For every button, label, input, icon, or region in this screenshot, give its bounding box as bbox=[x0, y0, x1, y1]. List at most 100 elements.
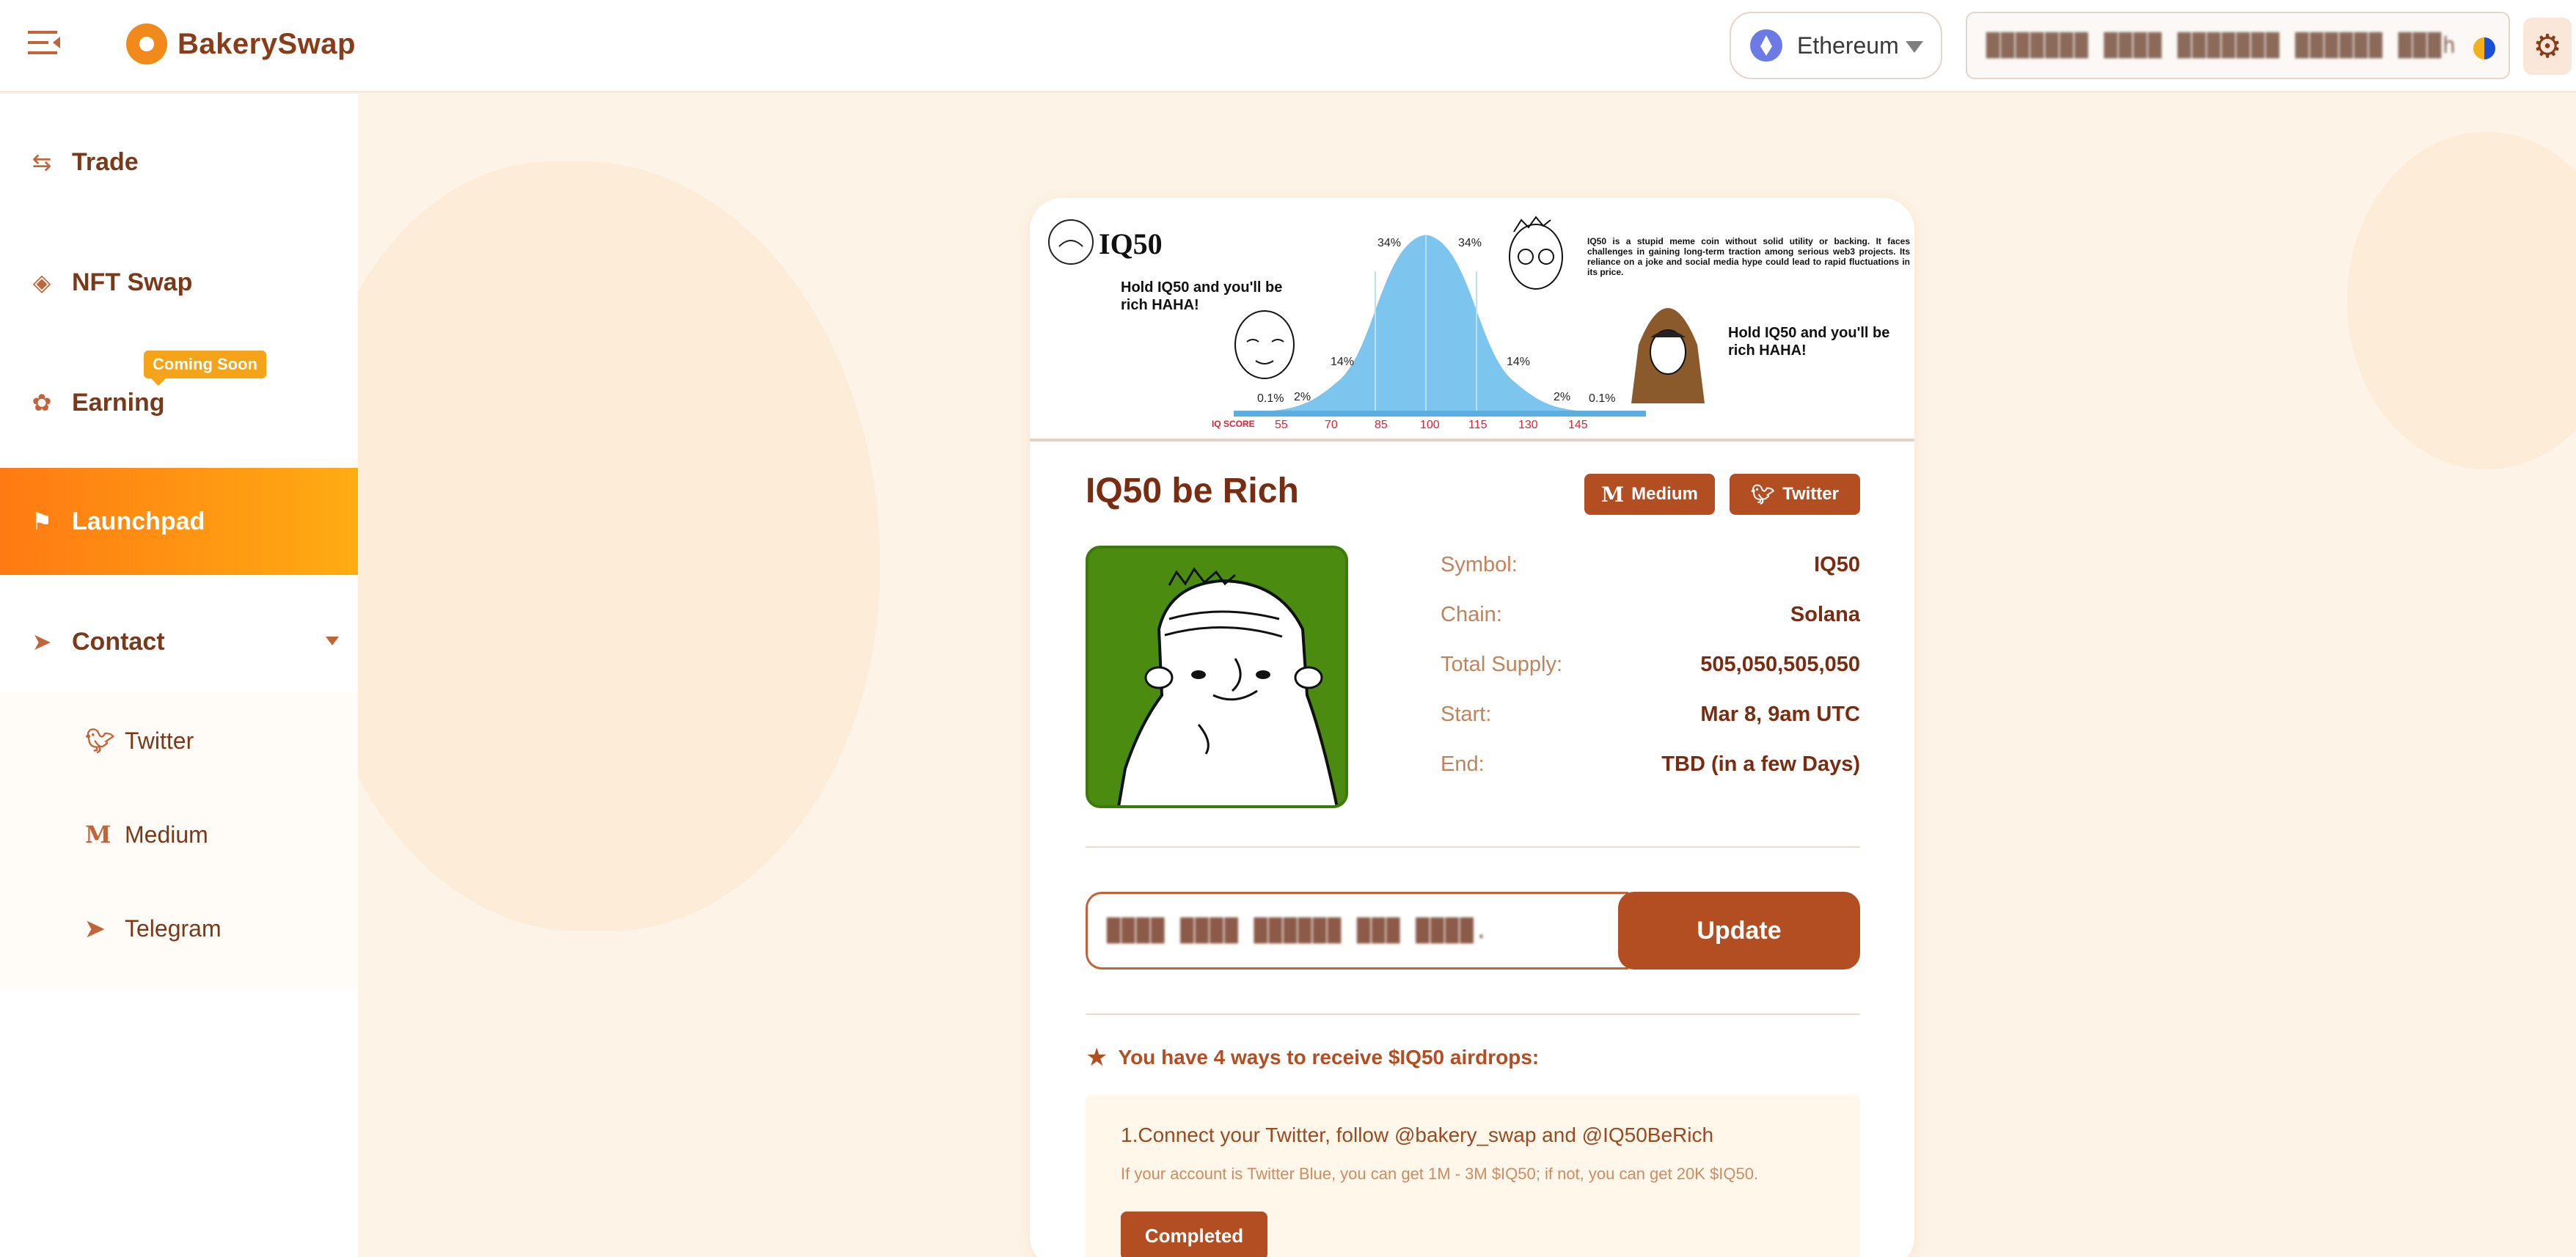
contact-link-medium[interactable]: M Medium bbox=[0, 788, 358, 882]
flag-icon: ⚑ bbox=[31, 508, 53, 535]
info-key: Start: bbox=[1441, 702, 1492, 726]
banner-right-caption: Hold IQ50 and you'll be rich HAHA! bbox=[1728, 325, 1890, 359]
contact-submenu: 🐦︎ Twitter M Medium ➤ Telegram bbox=[0, 692, 358, 989]
info-row-start: Start: Mar 8, 9am UTC bbox=[1441, 700, 1860, 729]
banner-left-caption: Hold IQ50 and you'll be rich HAHA! bbox=[1121, 279, 1283, 313]
banner-percent: 14% bbox=[1507, 356, 1530, 368]
nft-icon: ◈ bbox=[32, 269, 51, 296]
airdrop-task: 1.Connect your Twitter, follow @bakery_s… bbox=[1086, 1094, 1860, 1257]
airdrop-heading: ★ You have 4 ways to receive $IQ50 airdr… bbox=[1086, 1043, 1539, 1072]
airdrop-heading-text: You have 4 ways to receive $IQ50 airdrop… bbox=[1118, 1046, 1540, 1069]
medium-icon: M bbox=[1601, 482, 1625, 507]
address-input[interactable]: ████ ████ ██████ ███ ████. bbox=[1086, 892, 1628, 970]
earning-icon: ✿ bbox=[32, 389, 52, 416]
info-value: IQ50 bbox=[1814, 552, 1860, 576]
sidebar-item-label: Earning bbox=[72, 388, 165, 417]
address-input-value: ████ ████ ██████ ███ ████. bbox=[1107, 917, 1490, 944]
menu-toggle-button[interactable] bbox=[28, 28, 62, 57]
twitter-icon: 🐦︎ bbox=[85, 727, 115, 755]
task-title: 1.Connect your Twitter, follow @bakery_s… bbox=[1121, 1124, 1714, 1146]
banner-tick: 115 bbox=[1468, 419, 1488, 431]
banner-tick: 55 bbox=[1275, 419, 1288, 431]
brand-logo[interactable]: BakerySwap bbox=[126, 21, 356, 67]
divider bbox=[1086, 1014, 1860, 1015]
wallet-button[interactable]: ███████ ████ ███████ ██████ ███h bbox=[1966, 12, 2510, 79]
banner-percent: 34% bbox=[1458, 237, 1482, 249]
project-banner: IQ50 0.1% 2% 14% 34% 34% 14% 2% 0.1% IQ … bbox=[1030, 198, 1914, 441]
twitter-button[interactable]: 🐦︎ Twitter bbox=[1730, 474, 1860, 515]
banner-percent: 0.1% bbox=[1589, 392, 1615, 405]
meme-face-image bbox=[1117, 567, 1339, 805]
swap-icon: ⇆ bbox=[32, 149, 52, 175]
chain-label: Ethereum bbox=[1797, 32, 1899, 59]
contact-link-label: Medium bbox=[125, 821, 208, 848]
twitter-button-label: Twitter bbox=[1782, 484, 1839, 504]
info-row-chain: Chain: Solana bbox=[1441, 600, 1860, 629]
top-header: BakerySwap Ethereum ███████ ████ ███████… bbox=[0, 0, 2576, 92]
coming-soon-badge: Coming Soon bbox=[144, 351, 266, 386]
sidebar-item-launchpad[interactable]: ⚑ Launchpad bbox=[0, 468, 358, 575]
menu-icon bbox=[28, 31, 60, 54]
banner-tick: 70 bbox=[1325, 419, 1338, 431]
banner-percent: 34% bbox=[1377, 237, 1401, 249]
donut-logo-icon bbox=[126, 23, 167, 65]
banner-tick: 145 bbox=[1568, 419, 1588, 431]
banner-percent: 0.1% bbox=[1257, 392, 1284, 405]
settings-button[interactable]: ⚙ bbox=[2523, 18, 2572, 75]
project-title: IQ50 be Rich bbox=[1086, 472, 1299, 510]
twitter-icon: 🐦︎ bbox=[1751, 483, 1776, 505]
sidebar-item-label: Trade bbox=[72, 147, 139, 176]
sidebar-item-label: NFT Swap bbox=[72, 268, 193, 296]
banner-percent: 14% bbox=[1331, 356, 1354, 368]
banner-disclaimer-box: IQ50 is a stupid meme coin without solid… bbox=[1587, 236, 1910, 277]
task-note: If your account is Twitter Blue, you can… bbox=[1121, 1165, 1759, 1183]
telegram-icon: ➤ bbox=[85, 915, 105, 942]
contact-link-twitter[interactable]: 🐦︎ Twitter bbox=[0, 694, 358, 788]
chain-selector[interactable]: Ethereum bbox=[1730, 12, 1942, 79]
send-icon: ➤ bbox=[32, 628, 52, 655]
wallet-address: ███████ ████ ███████ ██████ ███h bbox=[1986, 32, 2457, 59]
sidebar-item-label: Launchpad bbox=[72, 507, 205, 535]
banner-brand: IQ50 bbox=[1099, 227, 1163, 260]
contact-link-label: Telegram bbox=[125, 915, 222, 942]
info-value: Mar 8, 9am UTC bbox=[1700, 702, 1860, 726]
background-decoration bbox=[308, 161, 880, 931]
banner-right-caption-box: Hold IQ50 and you'll be rich HAHA! bbox=[1728, 325, 1890, 359]
sidebar-item-nft-swap[interactable]: ◈ NFT Swap bbox=[0, 229, 358, 336]
sidebar-item-contact[interactable]: ➤ Contact bbox=[0, 588, 358, 695]
banner-percent: 2% bbox=[1294, 391, 1311, 403]
info-value: Solana bbox=[1790, 602, 1860, 626]
brand-name: BakerySwap bbox=[178, 27, 356, 60]
banner-tick: 130 bbox=[1518, 419, 1538, 431]
info-row-symbol: Symbol: IQ50 bbox=[1441, 550, 1860, 579]
star-icon: ★ bbox=[1086, 1044, 1108, 1071]
contact-link-label: Twitter bbox=[125, 727, 194, 754]
medium-button-label: Medium bbox=[1631, 484, 1698, 504]
sidebar-item-trade[interactable]: ⇆ Trade bbox=[0, 109, 358, 216]
task-completed-button[interactable]: Completed bbox=[1121, 1212, 1267, 1257]
info-key: Symbol: bbox=[1441, 552, 1518, 576]
sidebar: ⇆ Trade ◈ NFT Swap ✿ Earning ⚑ Launchpad… bbox=[0, 94, 358, 1257]
divider bbox=[1086, 846, 1860, 848]
ethereum-icon bbox=[1750, 29, 1782, 62]
gear-icon: ⚙ bbox=[2533, 28, 2562, 65]
update-button[interactable]: Update bbox=[1618, 892, 1860, 970]
info-row-end: End: TBD (in a few Days) bbox=[1441, 750, 1860, 779]
info-value: TBD (in a few Days) bbox=[1661, 752, 1860, 776]
info-key: Chain: bbox=[1441, 602, 1502, 626]
banner-percent: 2% bbox=[1554, 391, 1570, 403]
info-key: Total Supply: bbox=[1441, 652, 1563, 676]
token-image bbox=[1086, 546, 1348, 808]
launchpad-card: IQ50 0.1% 2% 14% 34% 34% 14% 2% 0.1% IQ … bbox=[1030, 198, 1914, 1257]
contact-link-telegram[interactable]: ➤ Telegram bbox=[0, 882, 358, 975]
banner-axis-label: IQ SCORE bbox=[1212, 419, 1255, 429]
banner-tick: 100 bbox=[1420, 419, 1440, 431]
banner-tick: 85 bbox=[1375, 419, 1388, 431]
info-row-total-supply: Total Supply: 505,050,505,050 bbox=[1441, 650, 1860, 679]
sidebar-item-label: Contact bbox=[72, 627, 165, 656]
medium-button[interactable]: M Medium bbox=[1584, 474, 1715, 515]
banner-disclaimer: IQ50 is a stupid meme coin without solid… bbox=[1587, 236, 1910, 277]
wallet-network-icon bbox=[2473, 37, 2495, 59]
info-value: 505,050,505,050 bbox=[1700, 652, 1860, 676]
background-decoration bbox=[2347, 132, 2576, 469]
